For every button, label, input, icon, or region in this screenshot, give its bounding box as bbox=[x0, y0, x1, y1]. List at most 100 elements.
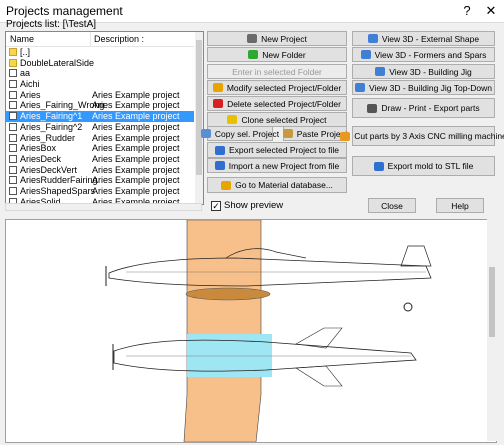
view-building-jig-top-button[interactable]: View 3D - Building Jig Top-Down bbox=[352, 80, 495, 95]
project-file-icon bbox=[9, 101, 17, 110]
clone-button[interactable]: Clone selected Project bbox=[207, 112, 347, 127]
list-item[interactable]: AriesDeckVert Aries Example project bbox=[6, 165, 194, 176]
project-description: Aries Example project bbox=[92, 100, 180, 111]
modify-label: Modify selected Project/Folder bbox=[226, 82, 342, 93]
view-building-jig-button[interactable]: View 3D - Building Jig bbox=[352, 64, 495, 79]
project-description: Aries Example project bbox=[92, 143, 180, 154]
list-scroll-thumb[interactable] bbox=[196, 40, 202, 175]
project-file-icon bbox=[9, 69, 17, 78]
help-label: Help bbox=[451, 200, 469, 211]
column-header-description[interactable]: Description : bbox=[94, 34, 144, 44]
list-item[interactable]: Aries_Fairing^2 Aries Example project bbox=[6, 122, 194, 133]
project-file-icon bbox=[9, 144, 17, 153]
enter-folder-label: Enter in selected Folder bbox=[232, 66, 322, 77]
list-horizontal-scrollbar[interactable] bbox=[5, 203, 202, 211]
monitor-icon bbox=[375, 67, 386, 76]
project-name: Aries_Rudder bbox=[20, 132, 76, 143]
preview-scroll-thumb[interactable] bbox=[489, 267, 495, 337]
new-project-label: New Project bbox=[261, 33, 307, 44]
view-formers-spars-button[interactable]: View 3D - Formers and Spars bbox=[352, 47, 495, 62]
import-project-button[interactable]: Import a new Project from file bbox=[207, 158, 347, 173]
delete-button[interactable]: Delete selected Project/Folder bbox=[207, 96, 347, 111]
list-item[interactable]: AriesDeck Aries Example project bbox=[6, 154, 194, 165]
project-file-icon bbox=[9, 90, 17, 99]
list-item[interactable]: Aries_Fairing^1 Aries Example project bbox=[6, 111, 194, 122]
project-file-icon bbox=[9, 133, 17, 142]
list-item[interactable]: Aries_Fairing_Wrong Aries Example project bbox=[6, 100, 194, 111]
preview-pane bbox=[5, 219, 497, 443]
material-database-button[interactable]: Go to Material database... bbox=[207, 177, 347, 193]
project-description: Aries Example project bbox=[92, 175, 180, 186]
plus-icon bbox=[248, 50, 259, 59]
project-file-icon bbox=[9, 165, 17, 174]
import-project-label: Import a new Project from file bbox=[228, 160, 340, 171]
view-building-jig-top-label: View 3D - Building Jig Top-Down bbox=[369, 82, 492, 93]
wing-section-band bbox=[183, 220, 262, 442]
export-project-button[interactable]: Export selected Project to file bbox=[207, 142, 347, 158]
help-button[interactable]: Help bbox=[436, 198, 484, 213]
delete-label: Delete selected Project/Folder bbox=[227, 98, 341, 109]
show-preview-checkbox[interactable]: ✓ bbox=[211, 201, 221, 211]
list-item[interactable]: aa bbox=[6, 68, 194, 79]
preview-vertical-scrollbar[interactable] bbox=[487, 219, 497, 441]
view-external-shape-button[interactable]: View 3D - External Shape bbox=[352, 31, 495, 46]
project-name: Aries_Fairing^2 bbox=[20, 121, 83, 132]
cnc-cut-button[interactable]: Cut parts by 3 Axis CNC milling machine bbox=[340, 126, 504, 146]
enter-folder-button[interactable]: Enter in selected Folder bbox=[207, 64, 347, 79]
list-item[interactable]: Aries Aries Example project bbox=[6, 90, 194, 101]
list-item[interactable]: AriesBox Aries Example project bbox=[6, 143, 194, 154]
clone-icon bbox=[227, 115, 238, 124]
column-header-name[interactable]: Name bbox=[10, 34, 34, 44]
project-description: Aries Example project bbox=[92, 164, 180, 175]
tail-wheel bbox=[403, 302, 413, 312]
stabilizer-upper bbox=[295, 327, 343, 349]
monitor-icon bbox=[355, 83, 365, 92]
project-name: aa bbox=[20, 68, 31, 79]
list-item[interactable]: Aries_Rudder Aries Example project bbox=[6, 133, 194, 144]
export-icon bbox=[214, 145, 225, 155]
fin-outline bbox=[400, 245, 432, 267]
list-item[interactable]: DoubleLateralSide bbox=[6, 58, 194, 69]
list-header: Name Description : bbox=[6, 32, 194, 47]
modify-button[interactable]: Modify selected Project/Folder bbox=[207, 80, 347, 95]
monitor-icon bbox=[367, 34, 378, 43]
project-name: AriesDeckVert bbox=[20, 164, 78, 175]
new-folder-button[interactable]: New Folder bbox=[207, 47, 347, 62]
project-name: AriesDeck bbox=[20, 153, 62, 164]
list-rows: [..] DoubleLateralSide aa Aichi Aries Aries E… bbox=[6, 47, 194, 204]
copy-project-button[interactable]: Copy sel. Project bbox=[200, 126, 279, 141]
database-icon bbox=[221, 180, 232, 190]
draw-print-label: Draw - Print - Export parts bbox=[381, 103, 480, 113]
project-description: Aries Example project bbox=[92, 89, 180, 100]
copy-label: Copy sel. Project bbox=[214, 128, 280, 139]
list-item[interactable]: AriesRudderFairing Aries Example project bbox=[6, 175, 194, 186]
paste-icon bbox=[282, 129, 293, 138]
list-item[interactable]: AriesShapedSpars Aries Example project bbox=[6, 186, 194, 197]
draw-print-button[interactable]: Draw - Print - Export parts bbox=[352, 98, 495, 118]
close-window-button[interactable]: ✕ bbox=[480, 2, 502, 20]
project-name: AriesRudderFairing bbox=[20, 175, 98, 186]
project-name: AriesBox bbox=[20, 143, 57, 154]
copy-icon bbox=[200, 129, 211, 138]
projects-list[interactable]: Name Description : [..] DoubleLateralSide… bbox=[5, 31, 204, 205]
list-item[interactable]: [..] bbox=[6, 47, 194, 58]
help-title-button[interactable]: ? bbox=[456, 2, 478, 20]
export-stl-label: Export mold to STL file bbox=[387, 161, 474, 171]
paste-project-button[interactable]: Paste Project bbox=[282, 126, 347, 141]
column-separator[interactable] bbox=[90, 32, 91, 46]
export-stl-button[interactable]: Export mold to STL file bbox=[352, 156, 495, 176]
project-file-icon bbox=[9, 186, 17, 195]
monitor-icon bbox=[360, 50, 371, 59]
project-description: Aries Example project bbox=[92, 185, 180, 196]
project-description: Aries Example project bbox=[92, 121, 180, 132]
wand-icon bbox=[247, 34, 258, 43]
new-project-button[interactable]: New Project bbox=[207, 31, 347, 46]
list-item[interactable]: Aichi bbox=[6, 79, 194, 90]
project-file-icon bbox=[9, 80, 17, 89]
project-name: DoubleLateralSide bbox=[20, 57, 95, 68]
view-building-jig-label: View 3D - Building Jig bbox=[389, 66, 472, 77]
delete-icon bbox=[213, 99, 224, 108]
project-name: AriesShapedSpars bbox=[20, 185, 96, 196]
list-vertical-scrollbar[interactable] bbox=[195, 32, 203, 204]
close-button[interactable]: Close bbox=[368, 198, 416, 213]
